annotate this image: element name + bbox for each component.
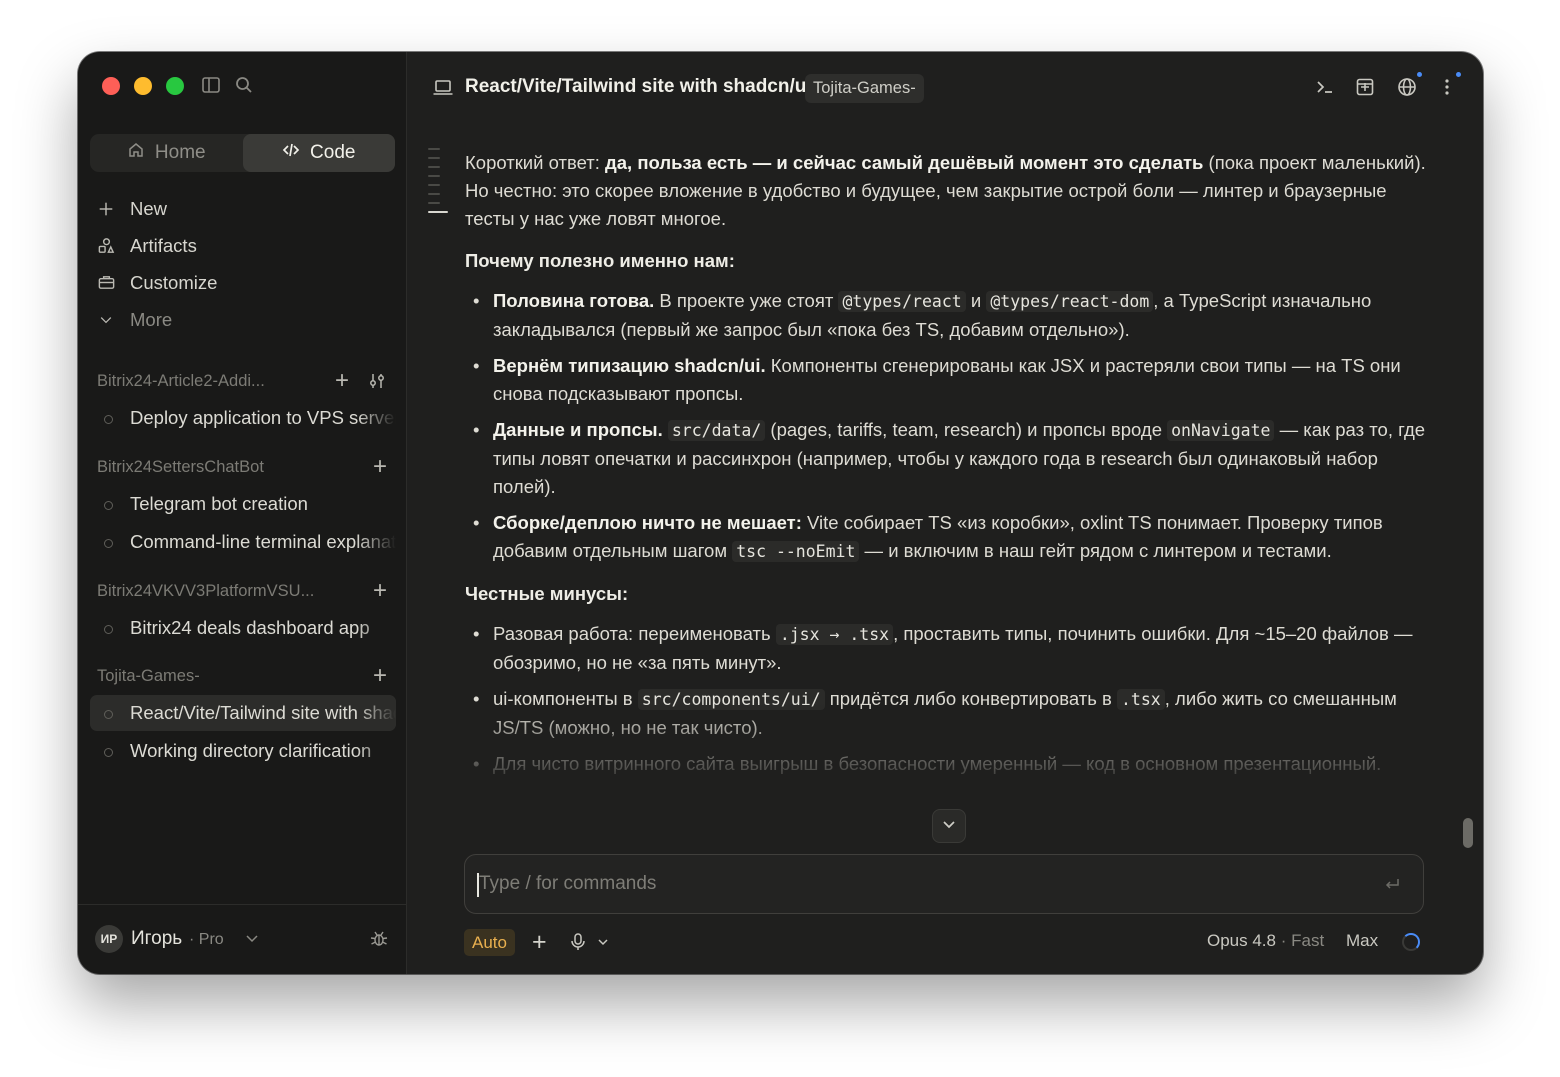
add-thread-icon[interactable]: + — [335, 369, 349, 393]
enter-icon[interactable] — [1383, 875, 1401, 893]
microphone-icon[interactable] — [569, 932, 587, 952]
main-panel: React/Vite/Tailwind site with shadcn/ui … — [407, 52, 1483, 974]
project-group: Bitrix24-Article2-Addi... + Deploy appli… — [78, 366, 407, 436]
sidebar: Home Code New Artifacts Customize More B… — [78, 52, 407, 974]
project-name: Bitrix24VKVV3PlatformVSU... — [97, 581, 315, 600]
sidebar-toggle-icon[interactable] — [200, 74, 222, 96]
nav-artifacts[interactable]: Artifacts — [96, 227, 396, 264]
artifacts-icon — [96, 236, 116, 256]
tab-code[interactable]: Code — [242, 134, 395, 172]
thread-item[interactable]: Deploy application to VPS server — [90, 400, 396, 436]
thread-item[interactable]: Working directory clarification — [90, 733, 396, 769]
project-tag[interactable]: Tojita-Games- — [805, 74, 924, 103]
project-group: Bitrix24VKVV3PlatformVSU... + Bitrix24 d… — [78, 576, 407, 646]
project-name: Bitrix24-Article2-Addi... — [97, 371, 265, 390]
cons-heading: Честные минусы: — [465, 583, 629, 604]
thread-item[interactable]: Command-line terminal explanation — [90, 524, 396, 560]
cons-list: Разовая работа: переименовать .jsx → .ts… — [465, 620, 1435, 778]
thread-item[interactable]: Telegram bot creation — [90, 486, 396, 522]
page-title: React/Vite/Tailwind site with shadcn/ui — [465, 76, 812, 97]
scroll-to-bottom-button[interactable] — [932, 809, 966, 843]
scrollbar-thumb[interactable] — [1463, 818, 1473, 848]
list-item: Вернём типизацию shadcn/ui. Компоненты с… — [465, 352, 1435, 408]
mode-badge[interactable]: Auto — [464, 929, 515, 956]
avatar[interactable]: ИР — [95, 925, 123, 953]
chevron-down-icon[interactable] — [596, 935, 610, 949]
nav-more-label: More — [130, 308, 173, 330]
add-thread-icon[interactable]: + — [373, 455, 387, 479]
plus-icon — [96, 199, 116, 219]
bug-icon[interactable] — [369, 929, 389, 949]
user-bar: ИР Игорь · Pro — [78, 904, 407, 974]
project-name: Tojita-Games- — [97, 666, 200, 685]
list-item: Половина готова. В проекте уже стоят @ty… — [465, 287, 1435, 344]
home-icon — [127, 141, 145, 165]
sidebar-nav: New Artifacts Customize More — [96, 190, 396, 338]
notification-dot — [1456, 72, 1461, 77]
loading-spinner-icon — [1402, 933, 1420, 951]
laptop-icon — [432, 78, 454, 98]
briefcase-icon — [96, 273, 116, 293]
effort-selector[interactable]: Max — [1346, 931, 1378, 951]
nav-artifacts-label: Artifacts — [130, 234, 197, 256]
chevron-down-icon[interactable] — [244, 930, 260, 946]
user-plan: · Pro — [189, 931, 224, 948]
add-attachment-icon[interactable]: + — [532, 928, 547, 956]
minimize-window-button[interactable] — [134, 77, 152, 95]
why-heading: Почему полезно именно нам: — [465, 250, 735, 271]
close-window-button[interactable] — [102, 77, 120, 95]
nav-customize[interactable]: Customize — [96, 264, 396, 301]
project-group-header[interactable]: Tojita-Games- + — [78, 661, 407, 691]
filter-icon[interactable] — [367, 371, 387, 391]
home-code-switch: Home Code — [90, 134, 395, 172]
thread-title: Working directory clarification — [130, 740, 372, 761]
model-selector[interactable]: Opus 4.8 · Fast — [1207, 931, 1324, 951]
thread-item-active[interactable]: React/Vite/Tailwind site with shadcn/ui — [90, 695, 396, 731]
message-input[interactable]: Type / for commands — [464, 854, 1424, 914]
plus-square-icon[interactable] — [1354, 76, 1376, 98]
code-icon — [282, 141, 300, 165]
header: React/Vite/Tailwind site with shadcn/ui … — [407, 52, 1483, 122]
chevron-down-icon — [941, 816, 957, 837]
globe-icon[interactable] — [1396, 76, 1418, 98]
tab-code-label: Code — [310, 142, 356, 163]
list-item: Для чисто витринного сайта выигрыш в без… — [465, 750, 1435, 778]
thread-title: Bitrix24 deals dashboard app — [130, 617, 370, 638]
message-minimap[interactable] — [428, 148, 448, 220]
project-group-header[interactable]: Bitrix24VKVV3PlatformVSU... + — [78, 576, 407, 606]
list-item: Разовая работа: переименовать .jsx → .ts… — [465, 620, 1435, 677]
project-group: Bitrix24SettersChatBot + Telegram bot cr… — [78, 452, 407, 560]
nav-customize-label: Customize — [130, 271, 218, 293]
thread-title: Telegram bot creation — [130, 493, 308, 514]
thread-item[interactable]: Bitrix24 deals dashboard app — [90, 610, 396, 646]
input-placeholder: Type / for commands — [479, 873, 657, 894]
list-item: Сборке/деплою ничто не мешает: Vite соби… — [465, 509, 1435, 566]
user-name[interactable]: Игорь — [131, 928, 182, 950]
composer-toolbar: Auto + Opus 4.8 · Fast Max — [464, 928, 1424, 958]
add-thread-icon[interactable]: + — [373, 664, 387, 688]
project-group-header[interactable]: Bitrix24SettersChatBot + — [78, 452, 407, 482]
list-item: Данные и пропсы. src/data/ (pages, tarif… — [465, 416, 1435, 501]
more-vertical-icon[interactable] — [1436, 76, 1458, 98]
project-group-header[interactable]: Bitrix24-Article2-Addi... + — [78, 366, 407, 396]
project-name: Bitrix24SettersChatBot — [97, 457, 264, 476]
notification-dot — [1417, 72, 1422, 77]
tab-home-label: Home — [154, 142, 206, 163]
list-item: ui-компоненты в src/components/ui/ придё… — [465, 685, 1435, 742]
add-thread-icon[interactable]: + — [373, 579, 387, 603]
app-window: Home Code New Artifacts Customize More B… — [78, 52, 1483, 974]
search-icon[interactable] — [233, 74, 255, 96]
nav-more[interactable]: More — [96, 301, 396, 338]
chevron-down-icon — [96, 310, 116, 330]
assistant-message: Короткий ответ: да, польза есть — и сейч… — [465, 149, 1435, 792]
nav-new-label: New — [130, 197, 168, 219]
tab-home[interactable]: Home — [90, 134, 243, 172]
terminal-icon[interactable] — [1314, 76, 1336, 98]
message-intro: Короткий ответ: да, польза есть — и сейч… — [465, 152, 1426, 229]
pros-list: Половина готова. В проекте уже стоят @ty… — [465, 287, 1435, 566]
nav-new[interactable]: New — [96, 190, 396, 227]
zoom-window-button[interactable] — [166, 77, 184, 95]
project-group: Tojita-Games- + React/Vite/Tailwind site… — [78, 661, 407, 769]
